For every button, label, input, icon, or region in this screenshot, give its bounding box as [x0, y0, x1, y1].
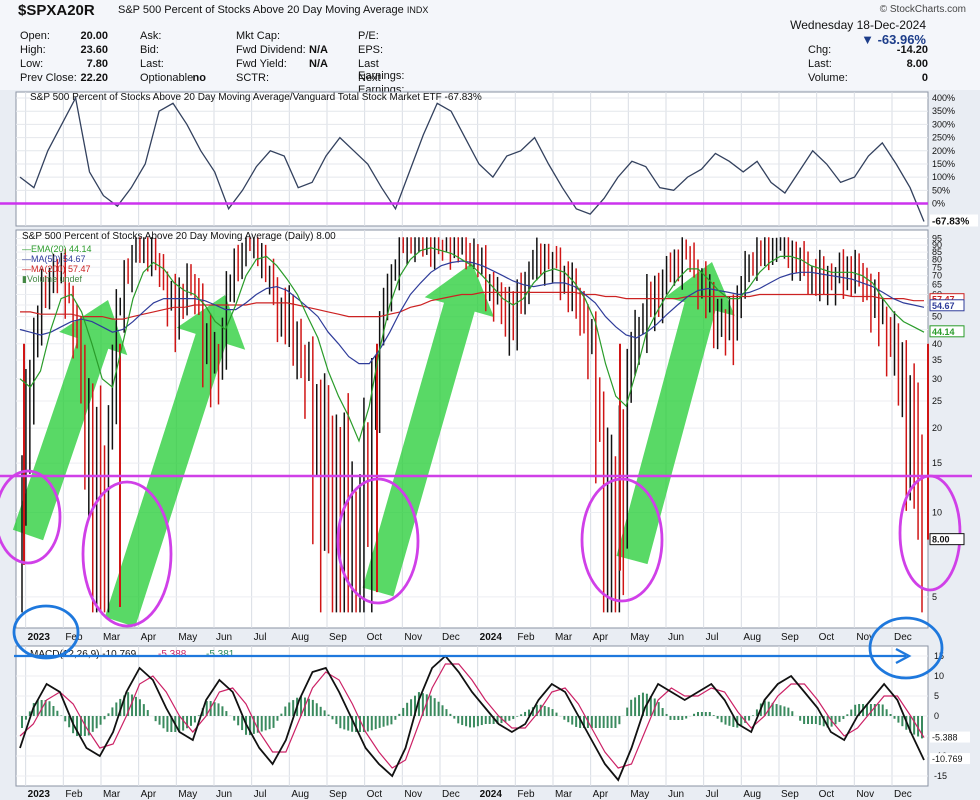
- month-label: Apr: [141, 789, 157, 800]
- month-label: Jul: [706, 632, 719, 643]
- macd-tick-label: 5: [934, 691, 939, 701]
- month-label: Jul: [706, 789, 719, 800]
- month-label: Oct: [367, 789, 383, 800]
- month-label: Mar: [555, 632, 573, 643]
- month-label: Nov: [856, 789, 874, 800]
- month-label: Jun: [216, 632, 232, 643]
- month-label: Dec: [894, 789, 912, 800]
- price-tick-label: 40: [932, 339, 942, 349]
- ratio-panel: [15, 91, 929, 227]
- ratio-tick-label: 200%: [932, 146, 955, 156]
- price-tick-label: 30: [932, 374, 942, 384]
- month-label: Jun: [668, 632, 684, 643]
- month-label: Mar: [555, 789, 573, 800]
- price-legend-item: —MA(200) 57.47: [22, 264, 91, 274]
- month-label: Dec: [894, 632, 912, 643]
- month-label: Jul: [254, 789, 267, 800]
- month-label: 2024: [480, 632, 503, 643]
- macd-tick-label: 10: [934, 671, 944, 681]
- ratio-last-label: -67.83%: [932, 216, 969, 227]
- price-tick-label: 10: [932, 507, 942, 517]
- month-label: Aug: [743, 789, 761, 800]
- month-label: Jul: [254, 632, 267, 643]
- month-label: Jun: [216, 789, 232, 800]
- month-label: Mar: [103, 632, 121, 643]
- month-label: Feb: [517, 632, 535, 643]
- ratio-tick-label: 150%: [932, 159, 955, 169]
- ratio-tick-label: 300%: [932, 119, 955, 129]
- chart-canvas: 400% 350% 300% 250% 200% 150% 100% 50% 0% S&P 500…: [0, 91, 978, 800]
- month-label: Sep: [781, 632, 799, 643]
- month-label: Apr: [593, 789, 609, 800]
- price-tick-label: 5: [932, 592, 937, 602]
- month-label: Sep: [329, 789, 347, 800]
- price-legend-item: ▮Volume undef: [22, 274, 82, 284]
- month-label: Sep: [781, 789, 799, 800]
- value-tag: 8.00: [932, 535, 950, 545]
- month-label: May: [630, 789, 649, 800]
- ratio-tick-label: 250%: [932, 133, 955, 143]
- macd-legend-item: -5.388: [158, 649, 187, 660]
- month-label: Feb: [65, 789, 83, 800]
- month-label: Sep: [329, 632, 347, 643]
- price-tick-label: 20: [932, 423, 942, 433]
- ratio-tick-label: 100%: [932, 172, 955, 182]
- month-label: 2023: [28, 789, 51, 800]
- macd-value-tag: -10.769: [932, 754, 963, 764]
- price-tick-label: 15: [932, 458, 942, 468]
- month-label: Aug: [291, 632, 309, 643]
- month-label: Dec: [442, 789, 460, 800]
- month-label: 2023: [28, 632, 51, 643]
- month-label: Apr: [141, 632, 157, 643]
- price-legend-item: —MA(50) 54.67: [22, 254, 86, 264]
- month-label: Oct: [367, 632, 383, 643]
- month-label: 2024: [480, 789, 503, 800]
- month-label: May: [178, 789, 197, 800]
- ratio-tick-label: 50%: [932, 185, 950, 195]
- month-label: Oct: [819, 632, 835, 643]
- month-label: Feb: [517, 789, 535, 800]
- month-label: Apr: [593, 632, 609, 643]
- month-label: May: [630, 632, 649, 643]
- ratio-tick-label: 400%: [932, 93, 955, 103]
- month-label: Jun: [668, 789, 684, 800]
- month-label: Oct: [819, 789, 835, 800]
- macd-legend-item: -5.381: [206, 649, 235, 660]
- month-label: Mar: [103, 789, 121, 800]
- value-tag: 54.67: [932, 301, 955, 311]
- month-label: Dec: [442, 632, 460, 643]
- month-label: Aug: [743, 632, 761, 643]
- month-label: Nov: [404, 632, 422, 643]
- month-label: Nov: [404, 789, 422, 800]
- price-tick-label: 25: [932, 396, 942, 406]
- price-tick-label: 65: [932, 280, 942, 290]
- price-title: S&P 500 Percent of Stocks Above 20 Day M…: [22, 231, 336, 242]
- price-tick-label: 35: [932, 355, 942, 365]
- ratio-tick-label: 0%: [932, 199, 945, 209]
- month-label: Feb: [65, 632, 83, 643]
- price-legend-item: —EMA(20) 44.14: [22, 244, 92, 254]
- value-tag: 44.14: [932, 327, 955, 337]
- macd-tick-label: 0: [934, 711, 939, 721]
- ratio-tick-label: 350%: [932, 106, 955, 116]
- macd-tick-label: -15: [934, 771, 947, 781]
- macd-value-tag: -5.388: [932, 733, 958, 743]
- ratio-title: S&P 500 Percent of Stocks Above 20 Day M…: [30, 92, 482, 103]
- price-tick-label: 50: [932, 312, 942, 322]
- month-label: May: [178, 632, 197, 643]
- month-label: Aug: [291, 789, 309, 800]
